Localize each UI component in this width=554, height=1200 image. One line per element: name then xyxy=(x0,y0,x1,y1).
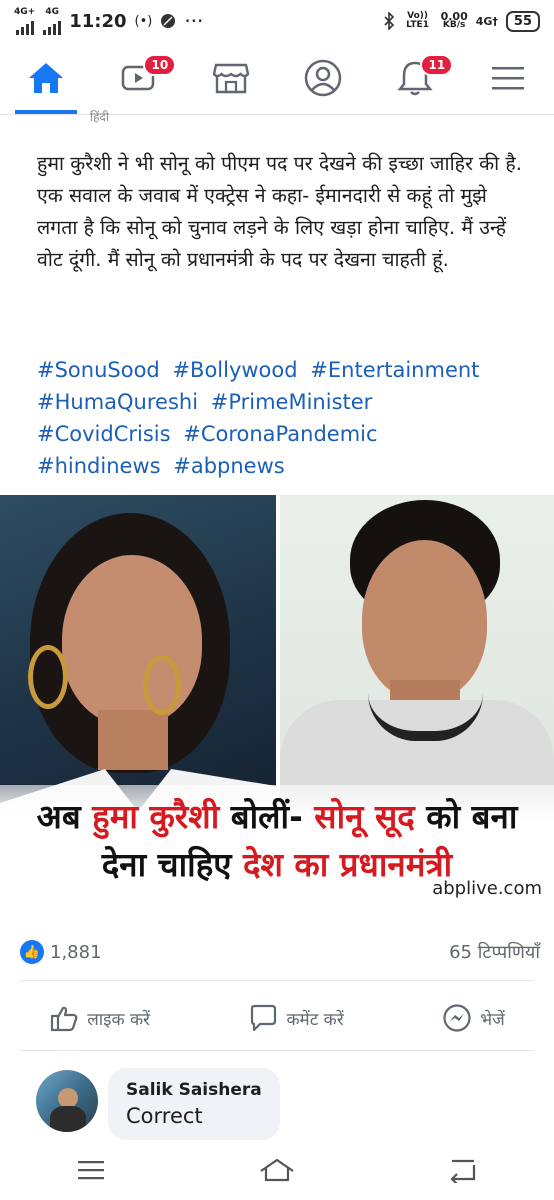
hashtag-link[interactable]: #CovidCrisis xyxy=(37,422,171,446)
post-hashtags: #SonuSood #Bollywood #Entertainment #Hum… xyxy=(37,354,527,482)
divider xyxy=(20,980,534,981)
source-watermark: abplive.com xyxy=(432,878,542,899)
back-icon[interactable] xyxy=(448,1157,478,1183)
network-type-3: 4G† xyxy=(475,14,498,28)
hotspot-icon: (•) xyxy=(134,13,153,29)
speed-indicator: 0.00 KB/s xyxy=(441,11,468,30)
home-button-icon[interactable] xyxy=(257,1157,297,1183)
earring-right-icon xyxy=(143,655,181,715)
status-bar: 4G+ 4G 11:20 (•) ··· Vo)) LTE1 0.00 KB/s… xyxy=(0,0,554,42)
comments-count[interactable]: 65 टिप्पणियाँ xyxy=(449,940,540,964)
actress-neck xyxy=(98,710,168,770)
like-reaction-icon: 👍 xyxy=(20,940,44,964)
system-navigation-bar xyxy=(0,1140,554,1200)
tab-notifications[interactable]: 11 xyxy=(380,42,454,114)
divider xyxy=(20,1050,534,1051)
comment-bubble[interactable]: Salik Saishera Correct xyxy=(108,1068,280,1140)
speed-unit: KB/s xyxy=(442,20,466,30)
battery-icon: 55 xyxy=(505,10,540,32)
comment-button-label: कमेंट करें xyxy=(286,1009,344,1030)
profile-icon xyxy=(304,59,342,97)
hashtag-link[interactable]: #abpnews xyxy=(173,454,284,478)
tab-watch[interactable]: 10 xyxy=(103,42,177,114)
reaction-summary: 👍 1,881 65 टिप्पणियाँ xyxy=(20,940,540,964)
comment-button[interactable]: कमेंट करें xyxy=(248,1003,344,1033)
volte-label: Vo)) LTE1 xyxy=(406,11,429,30)
hashtag-link[interactable]: #Entertainment xyxy=(310,358,479,382)
more-dots-icon: ··· xyxy=(184,9,204,33)
signal-1-icon: 4G+ xyxy=(14,6,36,35)
messenger-icon xyxy=(443,1004,471,1032)
recent-apps-icon[interactable] xyxy=(76,1158,106,1182)
clock: 11:20 xyxy=(69,10,127,32)
hashtag-link[interactable]: #HumaQureshi xyxy=(37,390,198,414)
post-actions: लाइक करें कमेंट करें भेजें xyxy=(0,1003,554,1033)
store-icon xyxy=(212,63,250,94)
like-button-label: लाइक करें xyxy=(87,1009,150,1030)
hashtag-link[interactable]: #PrimeMinister xyxy=(211,390,373,414)
actress-face xyxy=(62,555,202,725)
post-body-text: हुमा कुरैशी ने भी सोनू को पीएम पद पर देख… xyxy=(37,152,522,271)
tab-menu[interactable] xyxy=(473,42,543,114)
comment-text: Correct xyxy=(126,1104,203,1128)
like-button[interactable]: लाइक करें xyxy=(49,1003,150,1033)
network-type-1: 4G+ xyxy=(14,6,36,17)
avatar-figure xyxy=(50,1106,86,1132)
post-image[interactable]: अब हुमा कुरैशी बोलीं- सोनू सूद को बना दे… xyxy=(0,495,554,905)
network-type-2: 4G xyxy=(45,6,60,17)
likes-count[interactable]: 1,881 xyxy=(50,942,102,963)
leaf-icon xyxy=(161,14,176,28)
signal-2-icon: 4G xyxy=(43,6,62,35)
hashtag-link[interactable]: #Bollywood xyxy=(172,358,297,382)
actor-face xyxy=(362,540,487,700)
earring-left-icon xyxy=(28,645,68,709)
comment-author[interactable]: Salik Saishera xyxy=(126,1080,262,1100)
comment-icon xyxy=(251,1004,277,1032)
video-badge: 10 xyxy=(143,54,177,76)
cut-off-label: हिंदी xyxy=(90,110,109,124)
hamburger-menu-icon xyxy=(491,67,524,90)
hashtag-link[interactable]: #CoronaPandemic xyxy=(183,422,377,446)
bluetooth-icon xyxy=(384,12,394,30)
tab-marketplace[interactable] xyxy=(196,42,266,114)
hashtag-link[interactable]: #SonuSood xyxy=(37,358,160,382)
thumbs-up-icon xyxy=(51,1006,78,1032)
tab-home[interactable] xyxy=(11,42,81,114)
home-icon xyxy=(29,63,64,93)
tab-profile[interactable] xyxy=(288,42,358,114)
avatar-figure xyxy=(58,1088,78,1108)
send-button-label: भेजें xyxy=(480,1009,505,1030)
top-navigation: 10 11 xyxy=(0,42,554,115)
image-headline-line1: अब हुमा कुरैशी बोलीं- सोनू सूद को बना xyxy=(36,797,518,836)
send-button[interactable]: भेजें xyxy=(442,1003,505,1033)
avatar[interactable] xyxy=(36,1070,98,1132)
hashtag-link[interactable]: #hindinews xyxy=(37,454,161,478)
notifications-badge: 11 xyxy=(420,54,454,76)
